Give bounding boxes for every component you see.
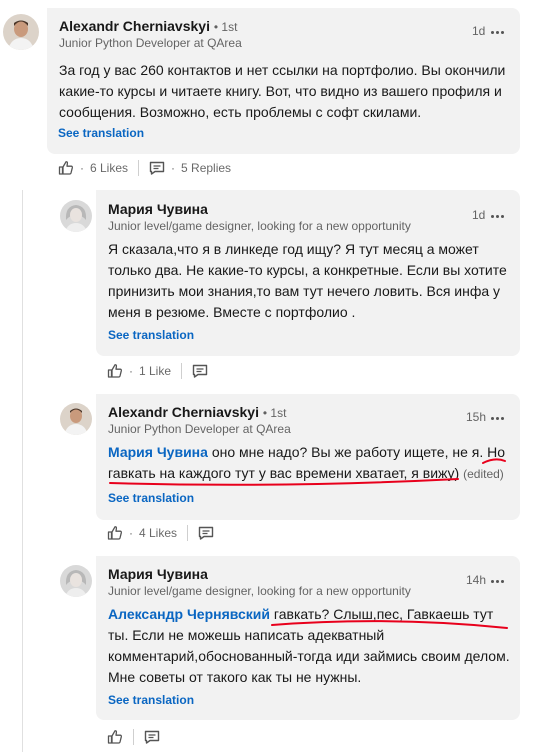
more-options-icon[interactable] — [490, 208, 506, 224]
reply-time: 14h — [466, 573, 487, 587]
comment-text: За год у вас 260 контактов и нет ссылки … — [59, 62, 506, 120]
comment-social-bar: · 6 Likes · 5 Replies — [58, 158, 231, 178]
reply-social-bar — [107, 727, 160, 747]
like-icon[interactable] — [107, 525, 123, 541]
likes-count[interactable]: 4 Likes — [139, 526, 177, 540]
reply-text: Мария Чувина оно мне надо? Вы же работу … — [108, 444, 506, 481]
reply-author-avatar[interactable] — [60, 565, 92, 597]
edited-label: (edited) — [463, 467, 504, 481]
likes-count[interactable]: 6 Likes — [90, 161, 128, 175]
comment-time: 1d — [472, 24, 486, 38]
see-translation-link[interactable]: See translation — [108, 693, 194, 707]
reply-icon[interactable] — [192, 363, 208, 379]
author-headline: Junior level/game designer, looking for … — [108, 584, 411, 598]
see-translation-link[interactable]: See translation — [58, 126, 144, 140]
divider — [181, 363, 183, 379]
reply-text: Я сказала,что я в линкеде год ищу? Я тут… — [108, 241, 507, 320]
reply-icon[interactable] — [149, 160, 165, 176]
author-headline: Junior level/game designer, looking for … — [108, 219, 411, 233]
thread-line — [22, 190, 23, 752]
author-headline: Junior Python Developer at QArea — [108, 422, 291, 436]
reply-author-avatar[interactable] — [60, 200, 92, 232]
see-translation-link[interactable]: See translation — [108, 491, 194, 505]
author-headline: Junior Python Developer at QArea — [59, 36, 242, 50]
reply-text: Александр Чернявский гавкать? Слыш,пес, … — [108, 606, 510, 685]
divider — [187, 525, 189, 541]
reply-time: 1d — [472, 208, 486, 222]
reply-author[interactable]: Мария Чувина — [108, 201, 208, 217]
reply-icon[interactable] — [144, 729, 160, 745]
divider — [138, 160, 140, 176]
like-icon[interactable] — [58, 160, 74, 176]
reply-time: 15h — [466, 410, 487, 424]
mention-link[interactable]: Мария Чувина — [108, 444, 208, 460]
more-options-icon[interactable] — [490, 573, 506, 589]
mention-link[interactable]: Александр Чернявский — [108, 606, 270, 622]
like-icon[interactable] — [107, 363, 123, 379]
reply-icon[interactable] — [198, 525, 214, 541]
more-options-icon[interactable] — [490, 24, 506, 40]
see-translation-link[interactable]: See translation — [108, 328, 194, 342]
reply-social-bar: · 4 Likes — [107, 523, 214, 543]
degree-badge: • 1st — [262, 406, 287, 420]
divider — [133, 729, 134, 745]
degree-badge: • 1st — [213, 20, 238, 34]
more-options-icon[interactable] — [490, 410, 506, 426]
likes-count[interactable]: 1 Like — [139, 364, 171, 378]
reply-author[interactable]: Alexandr Cherniavskyi • 1st — [108, 404, 286, 420]
reply-author-avatar[interactable] — [60, 403, 92, 435]
reply-author[interactable]: Мария Чувина — [108, 566, 208, 582]
like-icon[interactable] — [107, 729, 123, 745]
author-avatar[interactable] — [3, 14, 39, 50]
replies-count[interactable]: 5 Replies — [181, 161, 231, 175]
comment-author[interactable]: Alexandr Cherniavskyi • 1st — [59, 18, 237, 34]
reply-social-bar: · 1 Like — [107, 361, 208, 381]
